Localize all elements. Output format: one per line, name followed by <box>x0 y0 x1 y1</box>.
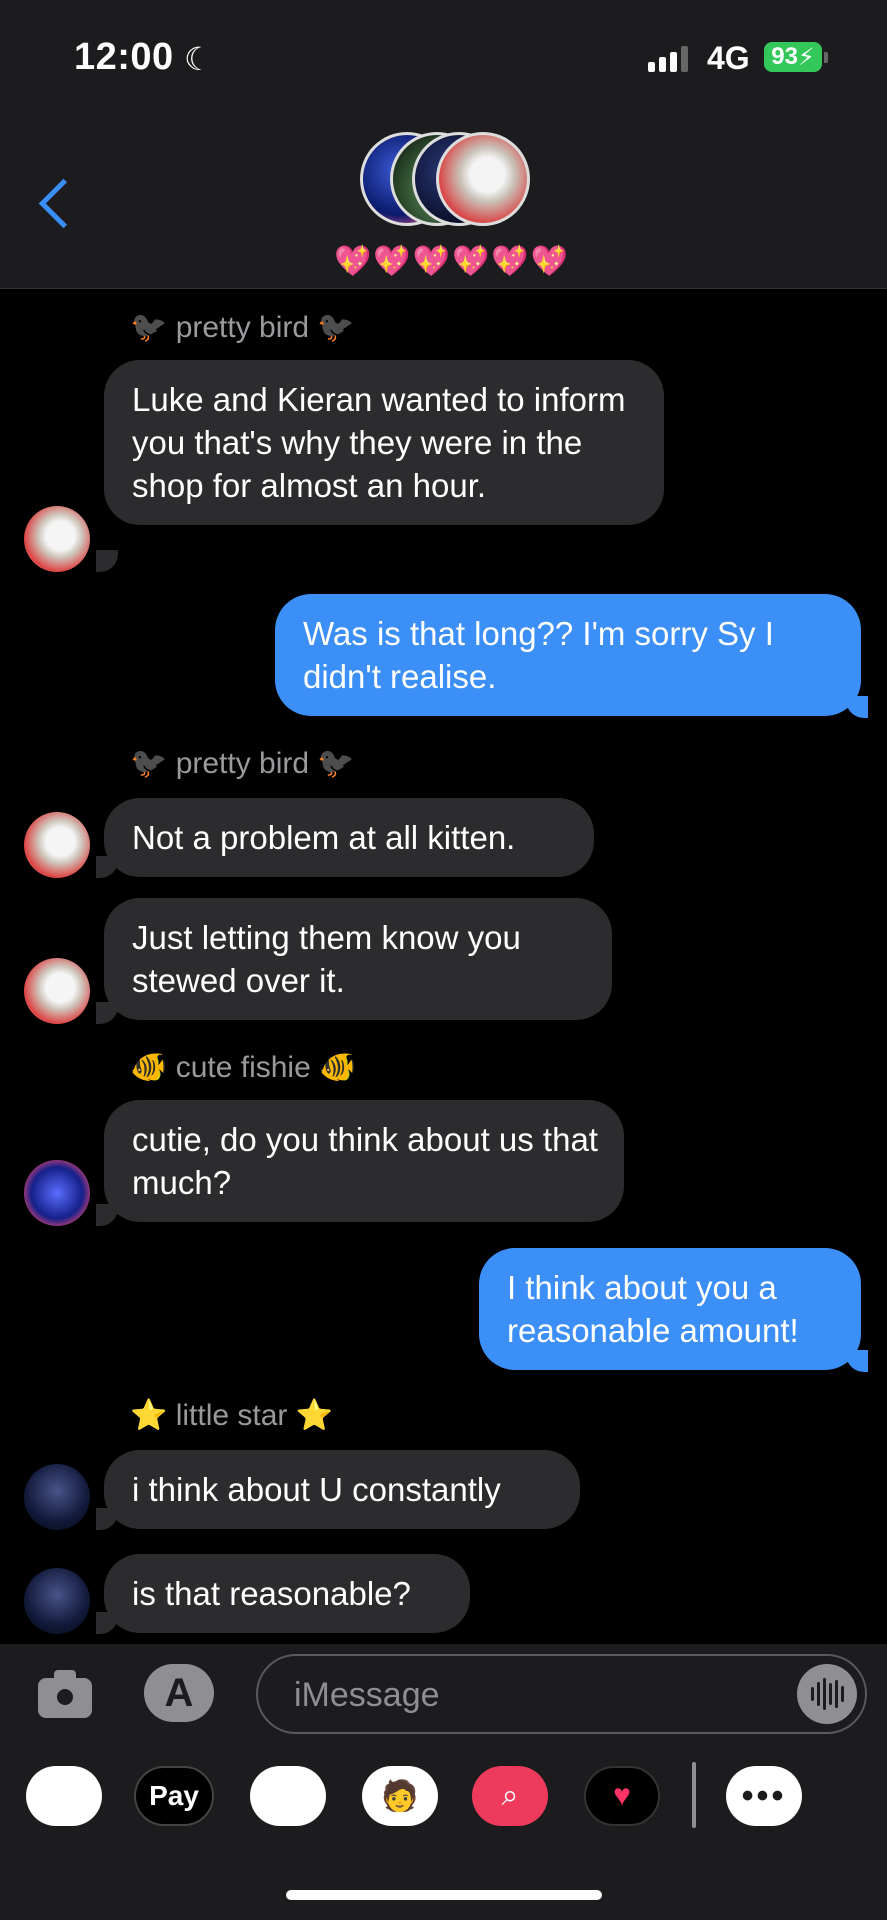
message-bubble[interactable]: cutie, do you think about us that much? <box>104 1100 624 1222</box>
message-bubble[interactable]: Just letting them know you stewed over i… <box>104 898 612 1020</box>
bubble-tail <box>96 1612 118 1634</box>
sender-name: 🐠 cute fishie 🐠 <box>130 1051 357 1084</box>
group-avatar[interactable] <box>360 132 530 228</box>
moon-icon: ☾ <box>184 41 213 77</box>
bubble-tail <box>96 550 118 572</box>
bubble-tail <box>96 1002 118 1024</box>
compose-bar: A <box>0 1644 887 1744</box>
message-bubble[interactable]: I think about you a reasonable amount! <box>479 1248 861 1370</box>
group-name[interactable]: 💖💖💖💖💖💖 <box>334 244 570 279</box>
bubble-tail <box>96 1204 118 1226</box>
app-store-icon[interactable]: A <box>144 1664 214 1722</box>
more-icon[interactable]: ••• <box>726 1766 802 1826</box>
conversation-header: 12:00 ☾ 4G 93 ⚡ 💖💖💖💖💖💖 <box>0 0 887 289</box>
bubble-tail <box>846 1350 868 1372</box>
message-bubble[interactable]: Not a problem at all kitten. <box>104 798 594 877</box>
battery-tip <box>824 52 828 63</box>
animoji-icon[interactable]: 🐵 <box>250 1766 326 1826</box>
avatar <box>436 132 530 226</box>
memoji-icon[interactable]: 🧑 <box>362 1766 438 1826</box>
image-search-icon[interactable]: ⌕ <box>472 1766 548 1826</box>
battery-level: 93 <box>771 43 798 70</box>
photos-icon[interactable]: ✿ <box>26 1766 102 1826</box>
network-type: 4G <box>707 40 750 76</box>
apple-pay-label: Pay <box>149 1780 199 1811</box>
bubble-tail <box>96 1508 118 1530</box>
status-time: 12:00 <box>74 36 174 78</box>
message-bubble[interactable]: Luke and Kieran wanted to inform you tha… <box>104 360 664 525</box>
message-bubble[interactable]: is that reasonable? <box>104 1554 470 1633</box>
avatar[interactable] <box>24 1160 90 1226</box>
sender-name: 🐦‍⬛ pretty bird 🐦‍⬛ <box>130 311 355 344</box>
message-bubble[interactable]: i think about U constantly <box>104 1450 580 1529</box>
avatar[interactable] <box>24 506 90 572</box>
bubble-tail <box>96 856 118 878</box>
home-indicator[interactable] <box>286 1890 602 1900</box>
cellular-signal-icon <box>648 46 688 72</box>
message-bubble[interactable]: Was is that long?? I'm sorry Sy I didn't… <box>275 594 861 716</box>
bubble-tail <box>846 696 868 718</box>
avatar[interactable] <box>24 812 90 878</box>
chevron-left-icon[interactable] <box>38 178 89 229</box>
message-field[interactable] <box>256 1654 867 1734</box>
battery-icon: 93 ⚡ <box>764 42 822 72</box>
apple-pay-icon[interactable]: Pay <box>134 1766 214 1826</box>
camera-icon[interactable] <box>38 1666 92 1720</box>
camera-lens <box>54 1686 76 1708</box>
avatar[interactable] <box>24 1464 90 1530</box>
sender-name: ⭐ little star ⭐ <box>130 1399 334 1432</box>
avatar[interactable] <box>24 1568 90 1634</box>
drawer-divider <box>692 1762 696 1828</box>
sender-name: 🐦‍⬛ pretty bird 🐦‍⬛ <box>130 747 355 780</box>
digital-touch-icon[interactable]: ♥ <box>584 1766 660 1826</box>
avatar[interactable] <box>24 958 90 1024</box>
audio-waveform-icon[interactable] <box>797 1664 857 1724</box>
message-input[interactable] <box>292 1668 746 1722</box>
